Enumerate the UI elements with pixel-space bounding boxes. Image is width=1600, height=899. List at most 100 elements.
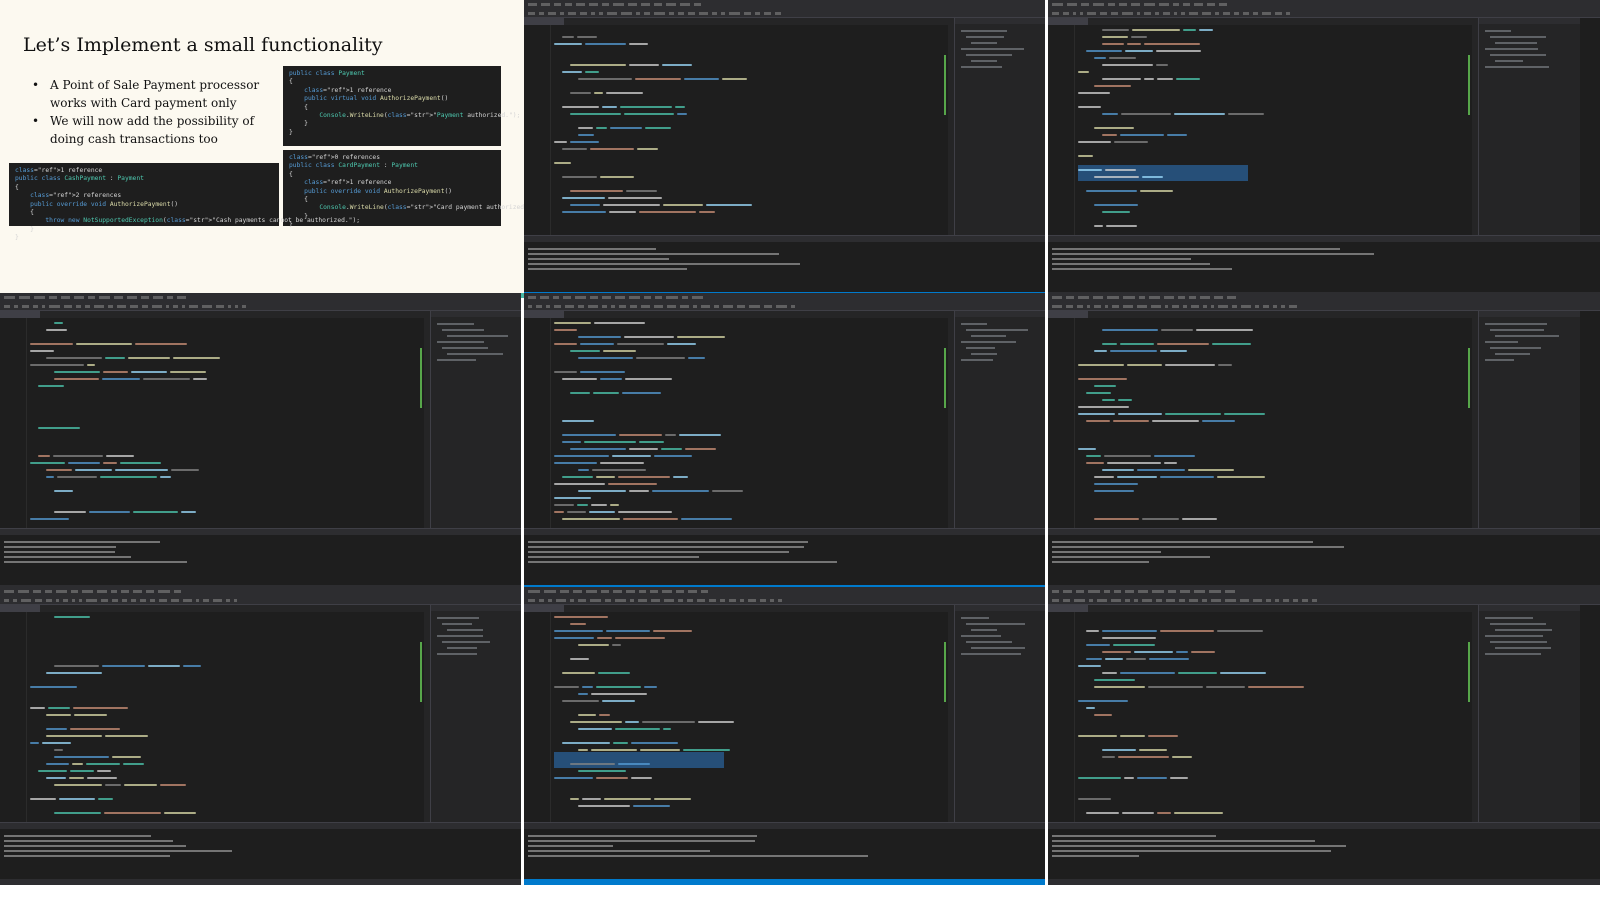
toolbar-button[interactable] <box>139 599 146 602</box>
solution-explorer-panel[interactable] <box>1478 18 1580 235</box>
toolbar-button[interactable] <box>1266 599 1272 602</box>
toolbar-button[interactable] <box>687 12 696 15</box>
toolbar-button[interactable] <box>619 305 627 308</box>
menu-item[interactable] <box>1066 296 1075 299</box>
toolbar-button[interactable] <box>129 305 138 308</box>
tree-item[interactable] <box>966 641 1013 643</box>
toolbar-button[interactable] <box>1202 599 1207 602</box>
menu-item[interactable] <box>1189 296 1197 299</box>
toolbar-button[interactable] <box>1210 305 1215 308</box>
toolbar-button[interactable] <box>538 599 545 602</box>
editor-tab-bar[interactable] <box>1048 18 1478 25</box>
toolbar-button[interactable] <box>677 12 684 15</box>
toolbar-button[interactable] <box>722 305 734 308</box>
toolbar-button[interactable] <box>1283 599 1290 602</box>
tree-item[interactable] <box>437 341 485 343</box>
menu-bar[interactable] <box>1048 293 1600 302</box>
menu-item[interactable] <box>1088 590 1100 593</box>
toolbar-button[interactable] <box>93 305 105 308</box>
menu-item[interactable] <box>19 296 30 299</box>
menu-item[interactable] <box>1224 590 1236 593</box>
toolbar-button[interactable] <box>14 305 18 308</box>
menu-item[interactable] <box>1063 590 1072 593</box>
tree-item[interactable] <box>966 347 996 349</box>
toolbar-button[interactable] <box>1111 305 1120 308</box>
toolbar-button[interactable] <box>1154 12 1160 15</box>
toolbar-button[interactable] <box>560 12 565 15</box>
toolbar-button[interactable] <box>1172 305 1179 308</box>
toolbar-button[interactable] <box>151 305 162 308</box>
toolbar-button[interactable] <box>1076 305 1083 308</box>
menu-item[interactable] <box>1131 3 1140 6</box>
tree-item[interactable] <box>971 353 997 355</box>
menu-item[interactable] <box>132 590 143 593</box>
menu-item[interactable] <box>589 3 599 6</box>
tree-item[interactable] <box>1490 329 1545 331</box>
menu-item[interactable] <box>553 296 560 299</box>
editor-tab-bar[interactable] <box>524 18 954 25</box>
code-editor[interactable] <box>1048 318 1478 528</box>
tree-item[interactable] <box>447 629 484 631</box>
menu-item[interactable] <box>612 3 624 6</box>
toolbar-button[interactable] <box>1188 12 1198 15</box>
code-editor[interactable] <box>0 318 430 528</box>
toolbar-button[interactable] <box>130 599 136 602</box>
toolbar-button[interactable] <box>21 599 32 602</box>
toolbar-button[interactable] <box>754 12 760 15</box>
toolbar-button[interactable] <box>171 599 180 602</box>
editor-tab[interactable] <box>1048 311 1088 318</box>
toolbar-button[interactable] <box>790 305 796 308</box>
toolbar-button[interactable] <box>538 12 544 15</box>
menu-item[interactable] <box>1194 3 1204 6</box>
menu-item[interactable] <box>641 3 650 6</box>
toolbar-button[interactable] <box>1263 305 1269 308</box>
menu-item[interactable] <box>173 590 181 593</box>
menu-item[interactable] <box>554 3 561 6</box>
menu-item[interactable] <box>1213 296 1223 299</box>
toolbar-button[interactable] <box>720 12 726 15</box>
menu-item[interactable] <box>563 296 571 299</box>
toolbar[interactable] <box>1048 9 1600 18</box>
toolbar-button[interactable] <box>535 305 542 308</box>
toolbar-button[interactable] <box>602 305 607 308</box>
toolbar-button[interactable] <box>227 305 231 308</box>
tree-item[interactable] <box>1490 641 1547 643</box>
toolbar-button[interactable] <box>1218 305 1228 308</box>
toolbar-button[interactable] <box>548 599 553 602</box>
menu-item[interactable] <box>1052 590 1060 593</box>
menu-item[interactable] <box>590 296 599 299</box>
toolbar-button[interactable] <box>711 12 717 15</box>
toolbar-button[interactable] <box>687 599 694 602</box>
menu-item[interactable] <box>73 296 85 299</box>
editor-tab[interactable] <box>524 605 564 612</box>
menu-item[interactable] <box>1167 590 1176 593</box>
menu-item[interactable] <box>1183 3 1191 6</box>
toolbar-button[interactable] <box>55 599 59 602</box>
menu-item[interactable] <box>4 590 14 593</box>
toolbar-button[interactable] <box>669 12 674 15</box>
toolbar-button[interactable] <box>713 305 719 308</box>
toolbar-button[interactable] <box>1165 599 1175 602</box>
toolbar-button[interactable] <box>776 305 787 308</box>
tree-item[interactable] <box>971 629 998 631</box>
toolbar[interactable] <box>524 596 1045 605</box>
menu-item[interactable] <box>653 3 662 6</box>
menu-item[interactable] <box>1052 3 1064 6</box>
toolbar-button[interactable] <box>570 599 575 602</box>
menu-item[interactable] <box>45 590 52 593</box>
toolbar-button[interactable] <box>589 599 601 602</box>
menu-item[interactable] <box>639 590 646 593</box>
solution-explorer-panel[interactable] <box>1478 311 1580 528</box>
menu-item[interactable] <box>1078 296 1089 299</box>
menu-item[interactable] <box>61 296 70 299</box>
toolbar-button[interactable] <box>84 305 90 308</box>
tree-item[interactable] <box>1495 60 1524 62</box>
toolbar-button[interactable] <box>740 599 744 602</box>
menu-item[interactable] <box>666 296 678 299</box>
toolbar-button[interactable] <box>1191 305 1199 308</box>
menu-item[interactable] <box>559 590 569 593</box>
toolbar-button[interactable] <box>149 599 156 602</box>
editor-tab[interactable] <box>1048 605 1088 612</box>
toolbar-button[interactable] <box>183 599 192 602</box>
toolbar-button[interactable] <box>1163 12 1170 15</box>
